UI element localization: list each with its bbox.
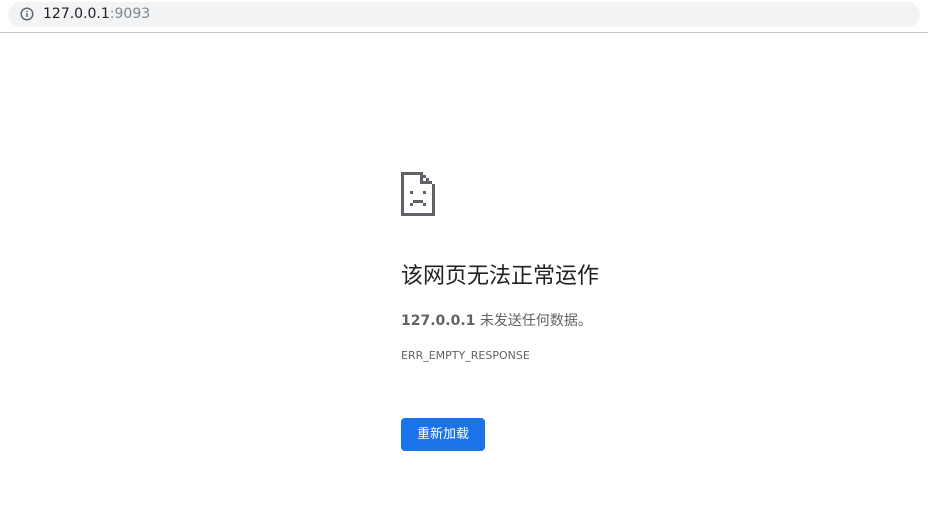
error-code: ERR_EMPTY_RESPONSE [401,349,530,362]
omnibox[interactable]: 127.0.0.1:9093 [8,2,920,27]
error-title: 该网页无法正常运作 [401,264,600,289]
url-host: 127.0.0.1 [43,6,110,22]
error-description: 127.0.0.1 未发送任何数据。 [401,312,592,330]
address-bar: 127.0.0.1:9093 [0,0,928,33]
url-port: :9093 [109,6,151,22]
info-icon[interactable] [20,7,34,21]
sad-page-icon [401,172,435,216]
error-host: 127.0.0.1 [401,313,476,329]
reload-button[interactable]: 重新加载 [401,418,485,451]
url-text[interactable]: 127.0.0.1:9093 [43,6,150,23]
error-description-text: 未发送任何数据。 [475,313,592,329]
